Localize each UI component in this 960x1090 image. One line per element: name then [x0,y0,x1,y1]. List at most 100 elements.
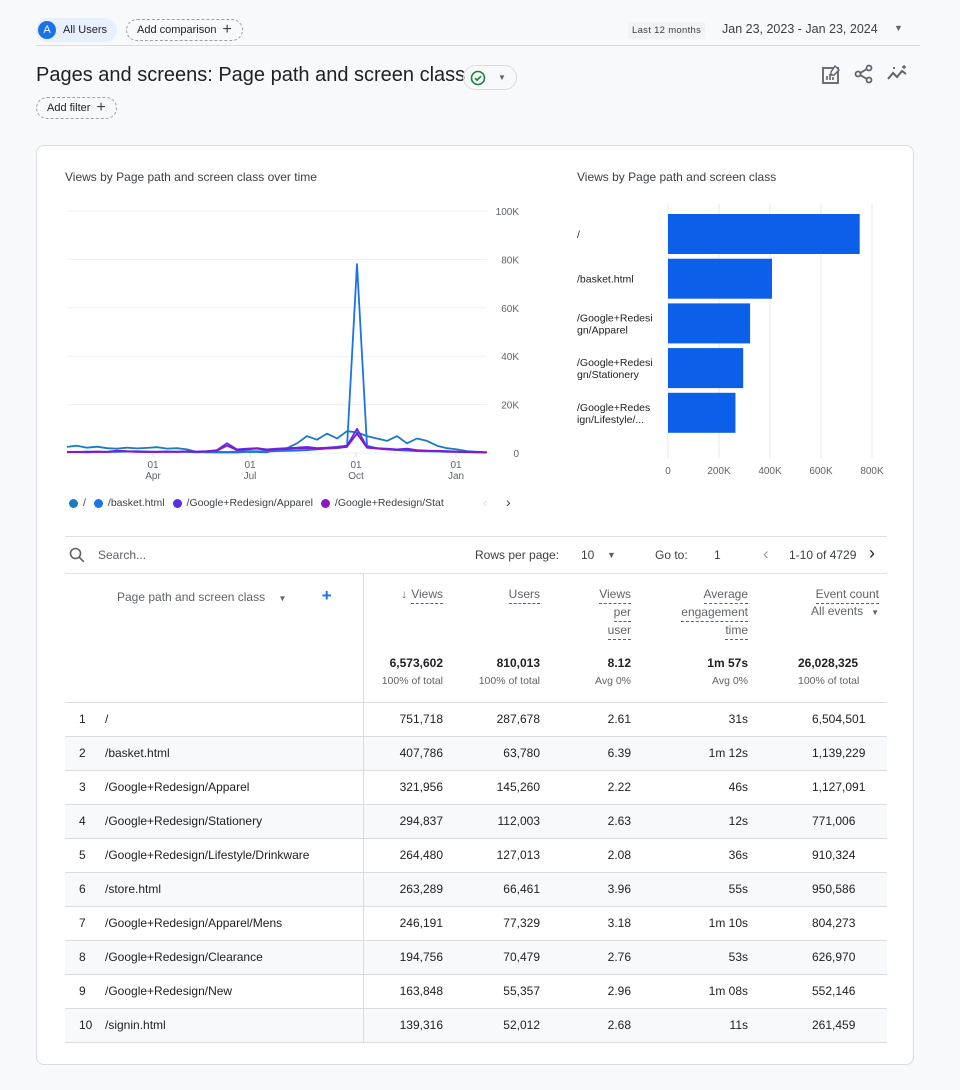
bar-x-tick-label: 200K [707,466,731,477]
table-row[interactable]: 1/751,718 287,678 2.61 31s 6,504,501 [65,702,887,737]
table-row[interactable]: 10/signin.html 139,316 52,012 2.68 11s 261,45… [65,1008,887,1043]
row-page-path[interactable]: /Google+Redesign/Apparel/Mens [105,906,363,941]
row-page-path[interactable]: /Google+Redesign/Apparel [105,770,363,805]
segment-label: All Users [63,24,108,36]
row-views-per-user: 2.68 [552,1008,643,1043]
table-row[interactable]: 9/Google+Redesign/New 163,848 55,357 2.96 1m… [65,974,887,1009]
bar-x-tick-label: 0 [665,466,671,477]
insights-icon[interactable] [886,63,910,85]
share-icon[interactable] [853,63,875,85]
row-views: 321,956 [362,770,455,805]
col-vpu-line2: per [613,604,631,622]
row-page-path[interactable]: /Google+Redesign/Lifestyle/Drinkware [105,838,363,873]
col-views-per-user[interactable]: Views per user [552,574,643,654]
rows-per-page-dropdown-icon[interactable]: ▼ [607,550,616,560]
total-aet-sub: Avg 0% [712,675,748,687]
rows-per-page-label: Rows per page: [475,548,560,562]
page-title: Pages and screens: Page path and screen … [36,64,466,86]
pagination-status: 1-10 of 4729 [789,548,857,562]
row-avg-engagement-time: 11s [643,1008,760,1043]
legend-next-icon[interactable]: › [506,494,511,510]
legend-dot [172,498,182,508]
row-page-path[interactable]: /signin.html [105,1008,363,1043]
prev-page-icon[interactable]: ‹ [763,544,769,564]
row-users: 112,003 [455,804,552,839]
row-users: 70,479 [455,940,552,975]
customize-report-icon[interactable] [820,64,842,86]
report-status-chip[interactable]: ▼ [463,65,517,90]
total-events: 26,028,325 [798,656,859,670]
date-range-picker[interactable]: Jan 23, 2023 - Jan 23, 2024 [722,22,878,36]
bar-category-label: / [577,229,580,241]
col-avg-engagement-time[interactable]: Average engagement time [643,574,760,654]
rows-per-page-select[interactable]: 10 [581,548,594,562]
x-tick-month: Oct [348,471,364,482]
bar-4[interactable] [668,392,736,433]
next-page-icon[interactable]: › [869,543,875,564]
row-views: 194,756 [362,940,455,975]
table-row[interactable]: 5/Google+Redesign/Lifestyle/Drinkware 264… [65,838,887,873]
legend-item[interactable]: /basket.html [93,497,165,509]
total-views: 6,573,602 [389,656,443,670]
total-users: 810,013 [496,656,540,670]
row-event-count: 626,970 [760,940,887,975]
legend-item[interactable]: /Google+Redesign/Stat [320,497,444,509]
table-controls: Search... Rows per page: 10 ▼ Go to: 1 ‹… [65,536,887,574]
add-comparison-button[interactable]: Add comparison + [126,19,243,41]
row-views-per-user: 3.18 [552,906,643,941]
row-views: 246,191 [362,906,455,941]
bar-2[interactable] [668,303,751,344]
dimension-header-label: Page path and screen class [117,590,266,604]
bar-category-label: /Google+Redesi [577,357,653,369]
table-row[interactable]: 6/store.html 263,289 66,461 3.96 55s 950,586 [65,872,887,907]
col-users[interactable]: Users [455,574,552,654]
y-tick-label: 40K [501,352,519,363]
dimension-header[interactable]: Page path and screen class ▼ + [65,574,363,654]
row-page-path[interactable]: /Google+Redesign/New [105,974,363,1009]
bar-1[interactable] [668,258,772,299]
plus-icon: + [96,99,106,116]
table-row[interactable]: 4/Google+Redesign/Stationery 294,837 112,0… [65,804,887,839]
bar-0[interactable] [668,214,860,254]
x-tick-month: Apr [145,471,161,482]
sort-desc-icon: ↓ [401,587,408,601]
col-views[interactable]: ↓ Views [362,574,455,654]
segment-avatar: A [38,21,56,39]
search-input[interactable]: Search... [98,548,146,562]
segment-chip-all-users[interactable]: A All Users [36,18,118,42]
row-page-path[interactable]: /Google+Redesign/Stationery [105,804,363,839]
col-event-count[interactable]: Event count All events ▼ [760,574,887,654]
row-avg-engagement-time: 1m 10s [643,906,760,941]
row-views: 294,837 [362,804,455,839]
legend-item[interactable]: / [69,497,86,509]
goto-label: Go to: [655,548,688,562]
table-row[interactable]: 7/Google+Redesign/Apparel/Mens 246,191 77,… [65,906,887,941]
add-dimension-icon[interactable]: + [322,586,332,605]
total-events-sub: 100% of total [798,675,860,687]
row-event-count: 910,324 [760,838,887,873]
table-row[interactable]: 8/Google+Redesign/Clearance 194,756 70,479… [65,940,887,975]
row-page-path[interactable]: /store.html [105,872,363,907]
date-dropdown-icon[interactable]: ▼ [894,23,903,33]
table-row[interactable]: 2/basket.html 407,786 63,780 6.39 1m 12s 1,13… [65,736,887,771]
row-users: 145,260 [455,770,552,805]
goto-input[interactable]: 1 [714,548,721,562]
event-filter-select[interactable]: All events [811,604,863,618]
row-page-path[interactable]: / [105,702,363,737]
table-row[interactable]: 3/Google+Redesign/Apparel 321,956 145,260 2… [65,770,887,805]
bar-chart-title: Views by Page path and screen class [577,170,777,184]
legend-prev-icon[interactable]: ‹ [483,495,487,510]
row-views-per-user: 2.63 [552,804,643,839]
legend-item[interactable]: /Google+Redesign/Apparel [172,497,313,509]
row-page-path[interactable]: /basket.html [105,736,363,771]
row-index: 6 [65,872,105,907]
row-page-path[interactable]: /Google+Redesign/Clearance [105,940,363,975]
row-users: 77,329 [455,906,552,941]
row-views: 407,786 [362,736,455,771]
row-index: 1 [65,702,105,737]
bar-3[interactable] [668,348,744,389]
row-event-count: 1,127,091 [760,770,887,805]
bar-category-label: gn/Apparel [577,324,628,336]
add-filter-button[interactable]: Add filter + [36,97,117,119]
row-users: 52,012 [455,1008,552,1043]
